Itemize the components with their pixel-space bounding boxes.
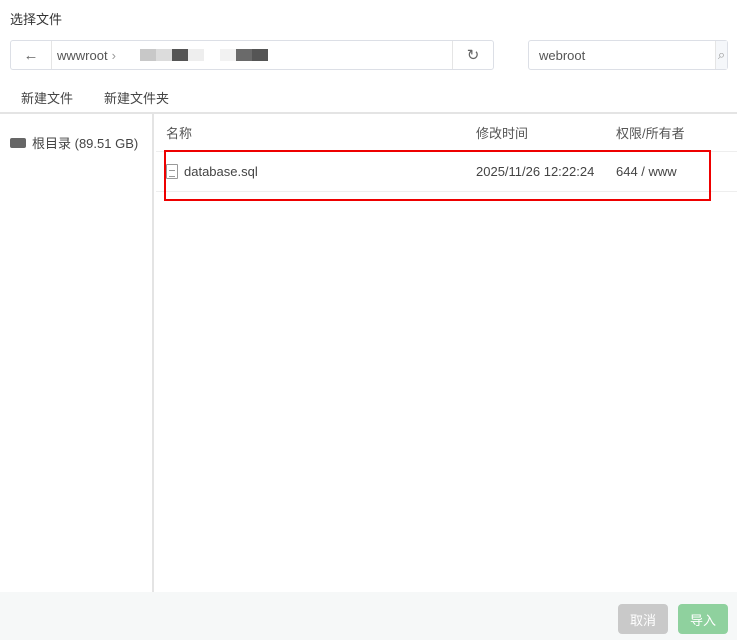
redacted-block bbox=[251, 49, 268, 61]
arrow-left-icon: ← bbox=[23, 46, 39, 64]
refresh-icon: ↻ bbox=[466, 47, 480, 64]
path-bar: ← wwwroot › ↻ bbox=[10, 40, 494, 70]
new-folder-button[interactable]: 新建文件夹 bbox=[104, 88, 169, 107]
redacted-block bbox=[219, 49, 236, 61]
file-name: database.sql bbox=[184, 164, 258, 179]
search-button[interactable]: ⌕ bbox=[715, 41, 727, 69]
redacted-block bbox=[235, 49, 252, 61]
dialog-footer: 取消 导入 bbox=[0, 592, 737, 640]
search-box: ⌕ bbox=[528, 40, 728, 70]
header-perm[interactable]: 权限/所有者 bbox=[616, 123, 737, 142]
sidebar: 根目录 (89.51 GB) bbox=[0, 114, 154, 592]
toolbar: 新建文件 新建文件夹 bbox=[21, 88, 169, 107]
import-button[interactable]: 导入 bbox=[678, 604, 728, 634]
table-header: 名称 修改时间 权限/所有者 bbox=[156, 114, 737, 152]
cancel-button[interactable]: 取消 bbox=[618, 604, 668, 634]
redacted-path bbox=[139, 49, 268, 61]
back-button[interactable]: ← bbox=[11, 41, 52, 69]
header-name[interactable]: 名称 bbox=[156, 123, 476, 142]
table-row[interactable]: database.sql 2025/11/26 12:22:24 644 / w… bbox=[156, 152, 737, 192]
redacted-block bbox=[171, 49, 188, 61]
sidebar-item-root[interactable]: 根目录 (89.51 GB) bbox=[0, 114, 152, 152]
file-perm: 644 / www bbox=[616, 164, 677, 179]
redacted-block bbox=[187, 49, 204, 61]
file-modified: 2025/11/26 12:22:24 bbox=[476, 164, 595, 179]
redacted-block bbox=[155, 49, 172, 61]
sidebar-item-label: 根目录 (89.51 GB) bbox=[32, 136, 139, 151]
disk-icon bbox=[10, 137, 26, 148]
search-icon: ⌕ bbox=[717, 47, 726, 62]
new-file-button[interactable]: 新建文件 bbox=[21, 88, 73, 107]
chevron-right-icon: › bbox=[111, 47, 116, 63]
redacted-block bbox=[139, 49, 156, 61]
breadcrumb[interactable]: wwwroot › bbox=[52, 41, 452, 69]
file-icon bbox=[166, 164, 178, 179]
redacted-block bbox=[203, 49, 220, 61]
file-list: 名称 修改时间 权限/所有者 database.sql 2025/11/26 1… bbox=[156, 114, 737, 192]
breadcrumb-wwwroot[interactable]: wwwroot bbox=[57, 48, 108, 63]
dialog-title: 选择文件 bbox=[10, 12, 63, 27]
header-modified[interactable]: 修改时间 bbox=[476, 123, 616, 142]
search-input[interactable] bbox=[529, 41, 715, 69]
refresh-button[interactable]: ↻ bbox=[452, 41, 493, 69]
